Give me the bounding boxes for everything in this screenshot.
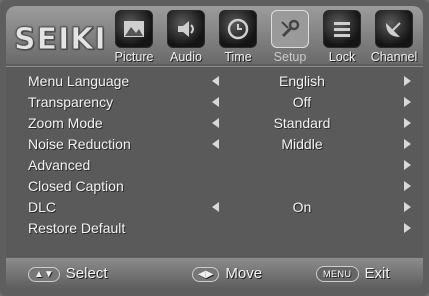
setup-menu-list: Menu Language English Transparency Off Z… — [6, 66, 423, 257]
menu-item-dlc[interactable]: DLC On — [6, 197, 423, 218]
tv-osd-screen: SEIKI Picture Audio Time Setup Lock Chan… — [0, 0, 429, 296]
menu-item-label: Zoom Mode — [28, 115, 103, 131]
menu-item-value: Middle — [281, 136, 323, 152]
menu-item-label: Noise Reduction — [28, 136, 131, 152]
right-arrow-icon[interactable] — [404, 181, 411, 191]
left-arrow-icon[interactable] — [212, 139, 219, 149]
select-hint-label: Select — [65, 265, 108, 282]
menu-item-label: Restore Default — [28, 220, 126, 236]
tab-lock[interactable]: Lock — [316, 10, 368, 66]
tab-channel[interactable]: Channel — [368, 10, 420, 66]
menu-item-label: DLC — [28, 199, 57, 215]
menu-item-value: On — [292, 199, 312, 215]
left-arrow-icon[interactable] — [212, 202, 219, 212]
tab-label: Setup — [273, 50, 307, 64]
tab-label: Lock — [328, 50, 356, 64]
setup-icon — [271, 10, 309, 48]
tab-setup[interactable]: Setup — [264, 10, 316, 66]
tab-label: Picture — [114, 50, 154, 64]
menu-item-label: Menu Language — [28, 73, 130, 89]
right-arrow-icon[interactable] — [404, 118, 411, 128]
menu-item-value: English — [279, 73, 325, 89]
right-arrow-icon[interactable] — [404, 76, 411, 86]
tab-picture[interactable]: Picture — [108, 10, 160, 66]
menu-item-label: Advanced — [28, 157, 91, 173]
menu-item-closed-caption[interactable]: Closed Caption — [6, 176, 423, 197]
satellite-dish-icon — [375, 10, 413, 48]
tab-audio[interactable]: Audio — [160, 10, 212, 66]
left-arrow-icon[interactable] — [212, 97, 219, 107]
menu-item-noise-reduction[interactable]: Noise Reduction Middle — [6, 134, 423, 155]
menu-item-transparency[interactable]: Transparency Off — [6, 92, 423, 113]
right-arrow-icon[interactable] — [404, 202, 411, 212]
picture-icon — [115, 10, 153, 48]
right-arrow-icon[interactable] — [404, 223, 411, 233]
right-arrow-icon[interactable] — [404, 97, 411, 107]
right-arrow-icon[interactable] — [404, 160, 411, 170]
footer-hint-bar: ▲▼ Select ◀▶ Move MENU Exit — [6, 258, 423, 290]
menu-item-advanced[interactable]: Advanced — [6, 155, 423, 176]
lock-icon — [323, 10, 361, 48]
select-hint: ▲▼ Select — [28, 265, 108, 282]
menu-item-label: Transparency — [28, 94, 114, 110]
clock-icon — [219, 10, 257, 48]
move-hint: ◀▶ Move — [192, 265, 262, 282]
menu-item-label: Closed Caption — [28, 178, 124, 194]
top-menu-bar: SEIKI Picture Audio Time Setup Lock Chan… — [6, 6, 423, 64]
menu-item-zoom-mode[interactable]: Zoom Mode Standard — [6, 113, 423, 134]
left-arrow-icon[interactable] — [212, 76, 219, 86]
right-arrow-icon[interactable] — [404, 139, 411, 149]
menu-item-value: Off — [292, 94, 312, 110]
tab-time[interactable]: Time — [212, 10, 264, 66]
brand-logo: SEIKI — [14, 22, 107, 58]
exit-hint[interactable]: MENU Exit — [316, 265, 390, 283]
tab-label: Audio — [170, 50, 202, 64]
left-arrow-icon[interactable] — [212, 118, 219, 128]
menu-item-restore-default[interactable]: Restore Default — [6, 218, 423, 239]
up-down-arrows-icon: ▲▼ — [28, 266, 60, 282]
audio-icon — [167, 10, 205, 48]
tab-label: Time — [224, 50, 252, 64]
menu-item-value: Standard — [273, 115, 331, 131]
move-hint-label: Move — [225, 265, 263, 282]
left-right-arrows-icon: ◀▶ — [192, 266, 220, 282]
tab-label: Channel — [370, 50, 418, 64]
exit-hint-label: Exit — [364, 265, 390, 282]
menu-key-icon: MENU — [316, 266, 359, 283]
menu-item-menu-language[interactable]: Menu Language English — [6, 71, 423, 92]
